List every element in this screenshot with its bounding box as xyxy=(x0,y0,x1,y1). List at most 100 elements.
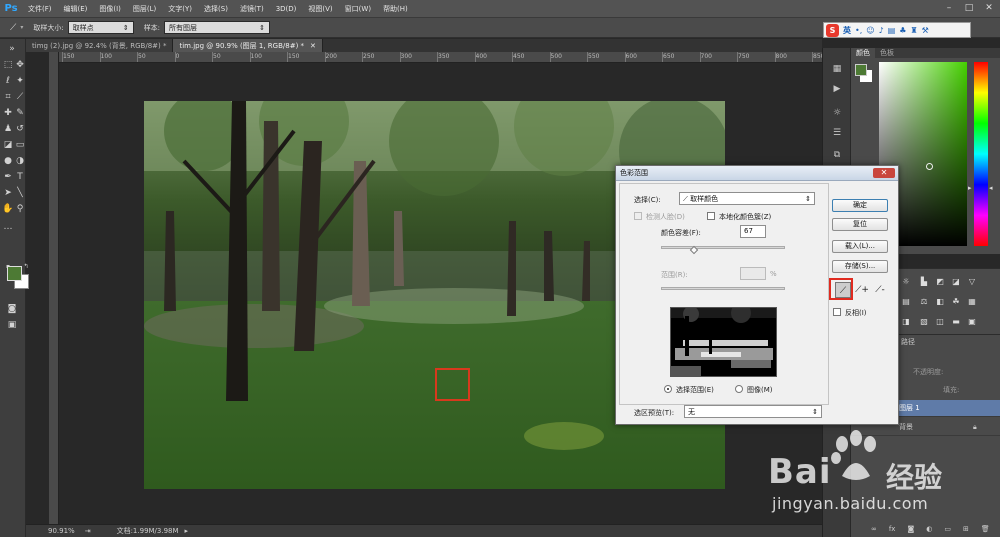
dodge-tool-icon[interactable]: ◑ xyxy=(14,155,26,167)
radio-selection[interactable] xyxy=(664,385,672,393)
hue-slider[interactable] xyxy=(974,62,988,246)
brightness-icon[interactable]: ☼ xyxy=(830,106,844,120)
threshold-icon[interactable]: ◫ xyxy=(935,317,945,327)
tab-close-icon[interactable]: ✕ xyxy=(310,42,316,50)
type-tool-icon[interactable]: T xyxy=(14,171,26,183)
zoom-level[interactable]: 90.91% xyxy=(48,527,75,535)
tab-swatches[interactable]: 色板 xyxy=(875,48,899,58)
detect-faces-checkbox[interactable] xyxy=(634,212,642,220)
marquee-tool-icon[interactable]: ⬚ xyxy=(2,59,14,71)
tab-paths[interactable]: 路径 xyxy=(901,337,915,347)
screen-mode-icon[interactable]: ▣ xyxy=(6,319,18,331)
crop-tool-icon[interactable]: ⌗ xyxy=(2,91,14,103)
exposure-adjust-icon[interactable]: ◪ xyxy=(951,277,961,287)
info-icon[interactable]: ⧉ xyxy=(830,148,844,162)
range-slider[interactable] xyxy=(661,287,785,290)
ok-button[interactable]: 确定 xyxy=(832,199,888,212)
properties-icon[interactable]: ☰ xyxy=(830,126,844,140)
hue-sat-adjust-icon[interactable]: ▤ xyxy=(901,297,911,307)
gradient-tool-icon[interactable]: ▭ xyxy=(14,139,26,151)
localized-clusters-checkbox[interactable] xyxy=(707,212,715,220)
minimize-icon[interactable]: – xyxy=(942,2,956,14)
fuzziness-slider[interactable] xyxy=(661,246,785,249)
new-adjustment-icon[interactable]: ◐ xyxy=(926,525,932,533)
export-icon[interactable]: ⇥ xyxy=(85,527,91,535)
move-tool-icon[interactable]: ✥ xyxy=(14,59,26,71)
hand-tool-icon[interactable]: ✋ xyxy=(2,203,14,215)
dialog-close-button[interactable]: ✕ xyxy=(873,168,895,178)
close-icon[interactable]: ✕ xyxy=(982,2,996,14)
tab-tim[interactable]: tim.jpg @ 90.9% (图层 1, RGB/8#) * ✕ xyxy=(173,39,323,52)
menu-select[interactable]: 选择(S) xyxy=(198,4,234,14)
photo-filter-icon[interactable]: ☘ xyxy=(951,297,961,307)
menu-filter[interactable]: 滤镜(T) xyxy=(234,4,270,14)
save-button[interactable]: 存储(S)... xyxy=(832,260,888,273)
delete-layer-icon[interactable]: 🗑︎ xyxy=(981,525,990,533)
bw-adjust-icon[interactable]: ◧ xyxy=(935,297,945,307)
menu-file[interactable]: 文件(F) xyxy=(22,4,58,14)
extra-tools-icon[interactable]: … xyxy=(2,221,14,233)
brush-tool-icon[interactable]: ✎ xyxy=(14,107,26,119)
new-group-icon[interactable]: ▭ xyxy=(944,525,951,533)
wrench-icon[interactable]: ⚒ xyxy=(922,26,929,35)
tab-timg2[interactable]: timg (2).jpg @ 92.4% (背景, RGB/8#) * xyxy=(26,39,174,52)
voice-icon[interactable]: ♪ xyxy=(879,26,884,35)
emoji-icon[interactable]: ☺ xyxy=(866,26,874,35)
fuzziness-input[interactable]: 67 xyxy=(740,225,766,238)
radio-image[interactable] xyxy=(735,385,743,393)
keyboard-icon[interactable]: ▤ xyxy=(888,26,896,35)
menu-window[interactable]: 窗口(W) xyxy=(339,4,377,14)
selective-color-icon[interactable]: ▣ xyxy=(967,317,977,327)
shirt-icon[interactable]: ♜ xyxy=(910,26,917,35)
menu-image[interactable]: 图像(I) xyxy=(93,4,127,14)
foreground-color-swatch[interactable] xyxy=(7,266,22,281)
tab-color[interactable]: 颜色 xyxy=(851,48,875,58)
load-button[interactable]: 载入(L)... xyxy=(832,240,888,253)
pen-tool-icon[interactable]: ✒ xyxy=(2,171,14,183)
lasso-tool-icon[interactable]: ℓ xyxy=(2,75,14,87)
sogou-logo-icon[interactable]: S xyxy=(826,23,839,37)
menu-view[interactable]: 视图(V) xyxy=(302,4,338,14)
invert-adjust-icon[interactable]: ◨ xyxy=(901,317,911,327)
magic-wand-tool-icon[interactable]: ✦ xyxy=(14,75,26,87)
eyedropper-minus-icon[interactable]: ⟋- xyxy=(872,282,888,298)
actions-icon[interactable]: ▶ xyxy=(830,82,844,96)
menu-type[interactable]: 文字(Y) xyxy=(162,4,198,14)
fx-icon[interactable]: fx xyxy=(889,525,896,533)
eraser-tool-icon[interactable]: ◪ xyxy=(2,139,14,151)
dialog-title-bar[interactable]: 色彩范围 xyxy=(616,166,898,181)
brightness-adjust-icon[interactable]: ☼ xyxy=(901,277,911,287)
selection-preview-dropdown[interactable]: 无 ⇕ xyxy=(684,405,822,418)
color-balance-icon[interactable]: ⚖ xyxy=(919,297,929,307)
status-menu-icon[interactable]: ▸ xyxy=(185,527,189,535)
menu-help[interactable]: 帮助(H) xyxy=(377,4,414,14)
gradient-map-icon[interactable]: ▬ xyxy=(951,317,961,327)
toolbox-collapse-icon[interactable]: » xyxy=(6,43,18,55)
select-dropdown[interactable]: ⟋ 取样颜色 ⇕ xyxy=(679,192,815,205)
sample-layers-select[interactable]: 所有图层 ⇕ xyxy=(164,21,271,34)
eyedropper-plus-icon[interactable]: ⟋+ xyxy=(854,282,870,298)
range-input[interactable] xyxy=(740,267,766,280)
eyedropper-icon[interactable]: ⟋ xyxy=(14,91,26,103)
line-tool-icon[interactable]: ╲ xyxy=(14,187,26,199)
blur-tool-icon[interactable]: ● xyxy=(2,155,14,167)
menu-3d[interactable]: 3D(D) xyxy=(270,5,303,13)
history-icon[interactable]: ▦ xyxy=(830,62,844,76)
quick-mask-icon[interactable]: ◙ xyxy=(6,303,18,315)
menu-edit[interactable]: 编辑(E) xyxy=(58,4,94,14)
reset-button[interactable]: 复位 xyxy=(832,218,888,231)
posterize-icon[interactable]: ▧ xyxy=(919,317,929,327)
invert-checkbox[interactable] xyxy=(833,308,841,316)
punctuation-icon[interactable]: •, xyxy=(855,26,862,35)
new-layer-icon[interactable]: ⊞ xyxy=(963,525,969,533)
history-brush-icon[interactable]: ↺ xyxy=(14,123,26,135)
clone-stamp-icon[interactable]: ♟ xyxy=(2,123,14,135)
color-marker[interactable] xyxy=(926,163,933,170)
vibrance-adjust-icon[interactable]: ▽ xyxy=(967,277,977,287)
sample-size-select[interactable]: 取样点 ⇕ xyxy=(67,21,134,34)
healing-brush-icon[interactable]: ✚ xyxy=(2,107,14,119)
levels-adjust-icon[interactable]: ▙ xyxy=(919,277,929,287)
channel-mixer-icon[interactable]: ▦ xyxy=(967,297,977,307)
add-mask-icon[interactable]: ◙ xyxy=(907,525,914,533)
tool-preset-chevron-icon[interactable]: ▾ xyxy=(20,24,23,31)
